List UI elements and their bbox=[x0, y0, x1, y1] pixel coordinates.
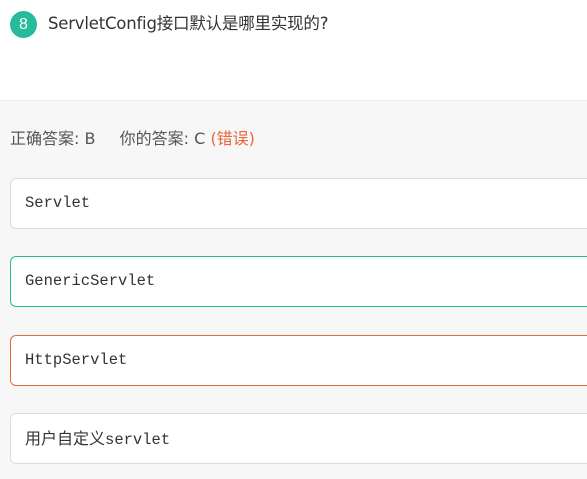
your-answer-label: 你的答案: bbox=[119, 129, 190, 148]
option-a-text: Servlet bbox=[25, 194, 91, 212]
option-d[interactable]: 用户自定义servlet bbox=[10, 413, 587, 464]
question-number-badge: 8 bbox=[10, 11, 37, 38]
option-d-text: 用户自定义servlet bbox=[25, 414, 170, 463]
option-b[interactable]: GenericServlet bbox=[10, 256, 587, 307]
wrong-status: (错误) bbox=[210, 129, 255, 148]
option-b-text: GenericServlet bbox=[25, 272, 156, 290]
answer-summary: 正确答案: B 你的答案: C (错误) bbox=[10, 127, 255, 151]
option-a[interactable]: Servlet bbox=[10, 178, 587, 229]
quiz-page: 8 ServletConfig接口默认是哪里实现的? 正确答案: B 你的答案:… bbox=[0, 0, 587, 479]
correct-answer-value: B bbox=[84, 129, 96, 148]
option-c[interactable]: HttpServlet bbox=[10, 335, 587, 386]
option-c-text: HttpServlet bbox=[25, 351, 128, 369]
question-header: 8 ServletConfig接口默认是哪里实现的? bbox=[0, 0, 587, 101]
correct-answer-label: 正确答案: bbox=[10, 129, 80, 148]
your-answer-value: C bbox=[194, 129, 206, 148]
option-d-suffix: servlet bbox=[105, 431, 171, 449]
question-text: ServletConfig接口默认是哪里实现的? bbox=[48, 14, 329, 33]
option-d-prefix: 用户自定义 bbox=[25, 429, 106, 448]
